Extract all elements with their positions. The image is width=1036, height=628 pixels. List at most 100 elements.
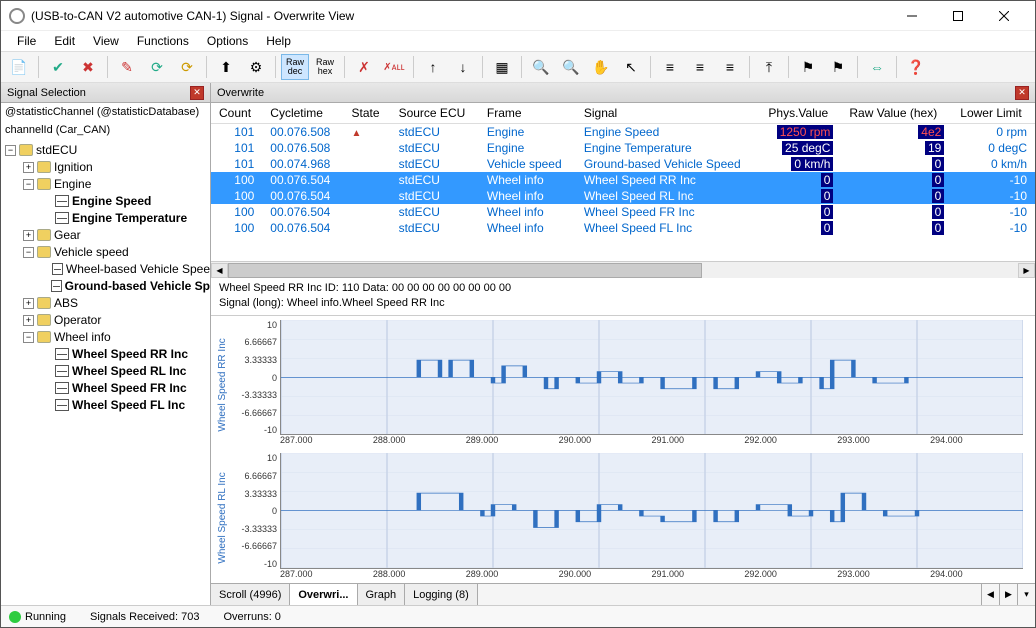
tree-node[interactable]: Engine Speed <box>1 193 210 210</box>
signal-grid[interactable]: CountCycletimeStateSource ECUFrameSignal… <box>211 103 1035 261</box>
col-header[interactable]: Signal <box>576 103 761 123</box>
col-header[interactable]: Source ECU <box>391 103 479 123</box>
tree-node[interactable]: Engine Temperature <box>1 210 210 227</box>
tree-node[interactable]: − stdECU <box>1 142 210 159</box>
menu-functions[interactable]: Functions <box>129 32 197 50</box>
tree-node[interactable]: +ABS <box>1 295 210 312</box>
table-row[interactable]: 10100.074.968stdECUVehicle speedGround-b… <box>211 156 1035 172</box>
grid-hscroll[interactable]: ◀ ▶ <box>211 261 1035 278</box>
status-overruns: Overruns: 0 <box>223 611 280 623</box>
tab-nav-2[interactable]: ▾ <box>1017 584 1035 605</box>
overwrite-close-icon[interactable]: ✕ <box>1015 86 1029 100</box>
scroll-right-icon[interactable]: ▶ <box>1018 263 1035 278</box>
table-row[interactable]: 10000.076.504stdECUWheel infoWheel Speed… <box>211 172 1035 188</box>
upload-icon[interactable]: ⬆ <box>212 54 240 80</box>
new-doc-icon[interactable]: 📄 <box>5 54 33 80</box>
col-header[interactable]: Raw Value (hex) <box>841 103 952 123</box>
tree-toggle-icon[interactable]: − <box>23 247 34 258</box>
arrow-up-icon[interactable]: ↑ <box>419 54 447 80</box>
marker-a-icon[interactable]: ⤒ <box>755 54 783 80</box>
tree-node[interactable]: +Ignition <box>1 159 210 176</box>
tree-node[interactable]: − Vehicle speed <box>1 244 210 261</box>
minimize-button[interactable] <box>889 1 935 31</box>
col-header[interactable]: Lower Limit <box>952 103 1035 123</box>
scroll-left-icon[interactable]: ◀ <box>211 263 228 278</box>
tree-node[interactable]: Wheel-based Vehicle Spee <box>1 261 210 278</box>
align-center-icon[interactable]: ≡ <box>686 54 714 80</box>
signal-tree[interactable]: − stdECU +Ignition−EngineEngine SpeedEngin… <box>1 140 210 605</box>
menu-edit[interactable]: Edit <box>46 32 83 50</box>
tree-label: stdECU <box>36 143 77 157</box>
tree-toggle-icon[interactable]: − <box>23 332 34 343</box>
menu-view[interactable]: View <box>85 32 127 50</box>
tree-toggle-icon[interactable]: + <box>23 230 34 241</box>
raw-dec-button[interactable]: Rawdec <box>281 54 309 80</box>
help-icon[interactable]: ❓ <box>902 54 930 80</box>
flag1-icon[interactable]: ⚑ <box>794 54 822 80</box>
tab-nav-0[interactable]: ◀ <box>981 584 999 605</box>
maximize-button[interactable] <box>935 1 981 31</box>
col-header[interactable]: Phys.Value <box>760 103 841 123</box>
delete-all-icon[interactable]: ✗ᴀʟʟ <box>380 54 408 80</box>
tree-label: Wheel Speed FL Inc <box>72 398 185 412</box>
arrow-down-icon[interactable]: ↓ <box>449 54 477 80</box>
table-row[interactable]: 10000.076.504stdECUWheel infoWheel Speed… <box>211 188 1035 204</box>
col-header[interactable]: Frame <box>479 103 576 123</box>
align-left-icon[interactable]: ≡ <box>656 54 684 80</box>
menu-options[interactable]: Options <box>199 32 256 50</box>
accept-icon[interactable]: ✔ <box>44 54 72 80</box>
menu-file[interactable]: File <box>9 32 44 50</box>
reject-icon[interactable]: ✖ <box>74 54 102 80</box>
tree-toggle-icon[interactable]: − <box>5 145 16 156</box>
delete-icon[interactable]: ✗ <box>350 54 378 80</box>
status-dot-icon <box>9 611 21 623</box>
refresh-ok-icon[interactable]: ⟳ <box>143 54 171 80</box>
close-button[interactable] <box>981 1 1027 31</box>
tree-toggle-icon[interactable]: + <box>23 315 34 326</box>
tree-label: Wheel info <box>54 330 111 344</box>
fit-icon[interactable]: ⇔ <box>863 54 891 80</box>
tree-node[interactable]: Wheel Speed FR Inc <box>1 380 210 397</box>
sidebar-close-icon[interactable]: ✕ <box>190 86 204 100</box>
tab-0[interactable]: Scroll (4996) <box>211 584 290 605</box>
zoom-out-icon[interactable]: 🔍 <box>527 54 555 80</box>
menu-help[interactable]: Help <box>258 32 299 50</box>
tree-label: Vehicle speed <box>54 245 129 259</box>
tree-label: Wheel Speed RR Inc <box>72 347 188 361</box>
refresh-cancel-icon[interactable]: ⟳ <box>173 54 201 80</box>
tree-node[interactable]: Ground-based Vehicle Sp <box>1 278 210 295</box>
tree-node[interactable]: +Operator <box>1 312 210 329</box>
pan-icon[interactable]: ✋ <box>587 54 615 80</box>
clear-icon[interactable]: ✎ <box>113 54 141 80</box>
gears-icon[interactable]: ⚙ <box>242 54 270 80</box>
tab-nav-1[interactable]: ▶ <box>999 584 1017 605</box>
scroll-thumb[interactable] <box>228 263 702 278</box>
tree-node[interactable]: Wheel Speed FL Inc <box>1 397 210 414</box>
tree-toggle-icon[interactable]: − <box>23 179 34 190</box>
zoom-in-icon[interactable]: 🔍 <box>557 54 585 80</box>
tree-node[interactable]: Wheel Speed RL Inc <box>1 363 210 380</box>
tree-toggle-icon[interactable]: + <box>23 298 34 309</box>
raw-hex-button[interactable]: Rawhex <box>311 54 339 80</box>
tree-node[interactable]: +Gear <box>1 227 210 244</box>
table-row[interactable]: 10000.076.504stdECUWheel infoWheel Speed… <box>211 204 1035 220</box>
col-header[interactable]: Count <box>211 103 262 123</box>
grid-icon[interactable]: ▦ <box>488 54 516 80</box>
table-row[interactable]: 10000.076.504stdECUWheel infoWheel Speed… <box>211 220 1035 236</box>
tree-node[interactable]: −Engine <box>1 176 210 193</box>
tree-toggle-icon[interactable]: + <box>23 162 34 173</box>
col-header[interactable]: Cycletime <box>262 103 343 123</box>
align-right-icon[interactable]: ≡ <box>716 54 744 80</box>
table-row[interactable]: 10100.076.508▲stdECUEngineEngine Speed12… <box>211 123 1035 140</box>
tree-node[interactable]: − Wheel info <box>1 329 210 346</box>
tree-node[interactable]: Wheel Speed RR Inc <box>1 346 210 363</box>
chart-plot[interactable] <box>280 320 1023 436</box>
tab-3[interactable]: Logging (8) <box>405 584 478 605</box>
col-header[interactable]: State <box>344 103 391 123</box>
flag2-icon[interactable]: ⚑ <box>824 54 852 80</box>
pointer-icon[interactable]: ↖ <box>617 54 645 80</box>
chart-plot[interactable] <box>280 453 1023 569</box>
tab-1[interactable]: Overwri... <box>290 584 357 605</box>
table-row[interactable]: 10100.076.508stdECUEngineEngine Temperat… <box>211 140 1035 156</box>
tab-2[interactable]: Graph <box>358 584 406 605</box>
